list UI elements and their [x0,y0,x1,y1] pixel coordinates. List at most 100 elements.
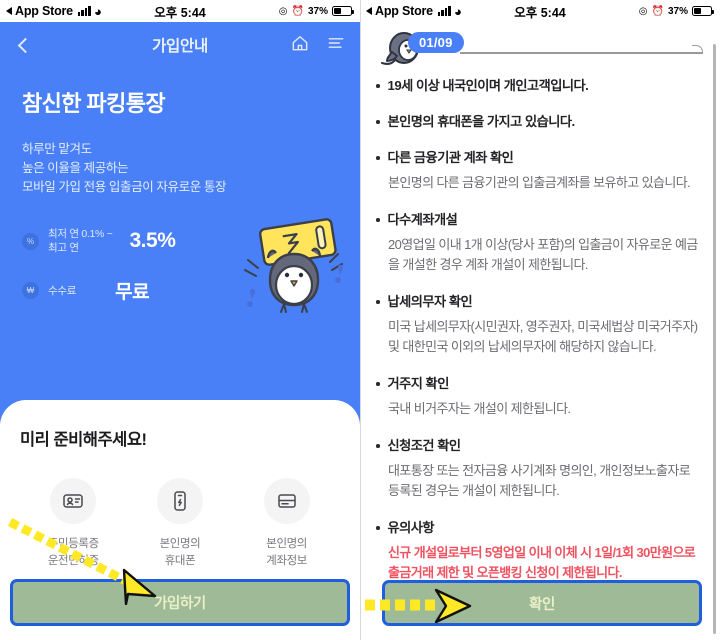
bullet-icon-1 [376,84,380,88]
location-icon: ◎ [278,5,288,17]
term-title-6: 거주지 확인 [387,376,450,391]
prepare-label-phone-line2: 휴대폰 [164,555,196,567]
term-item-7: 신청조건 확인 대포통장 또는 전자금융 사기계좌 명의인, 개인정보노출자로 … [376,436,702,501]
vertical-scrollbar[interactable] [713,44,716,634]
term-head-7: 신청조건 확인 [376,436,702,455]
term-item-2: 본인명의 휴대폰을 가지고 있습니다. [376,112,702,131]
term-title-3: 다른 금융기관 계좌 확인 [387,150,514,165]
mobile-phone-icon [156,478,203,524]
term-body-4: 20영업일 이내 1개 이상(당사 포함)의 입출금이 자유로운 예금을 개설한… [388,237,698,272]
prepare-item-account: 본인명의 계좌정보 [237,478,337,570]
term-title-8: 유의사항 [387,520,435,535]
rate-label-interest-line2: 최고 연 [48,242,79,254]
right-phone-screen: App Store ◕ 오후 5:44 ◎ ⏰ 37% 01/09 19세 이상… [360,0,720,640]
progress-step-badge: 01/09 [408,32,464,53]
status-bar-right-group-2: ◎ ⏰ 37% [638,5,715,17]
prepare-label-id-card-line2: 운전면허증 [47,555,99,567]
hero-section: 참신한 파킹통장 하루만 맡겨도 높은 이율을 제공하는 모바일 가입 전용 입… [0,68,360,313]
confirm-button[interactable]: 확인 [382,580,702,626]
rate-row-fee: ₩ 수수료 무료 [22,277,338,304]
alarm-icon-2: ⏰ [651,5,664,17]
term-head-3: 다른 금융기관 계좌 확인 [376,148,702,167]
term-head-4: 다수계좌개설 [376,210,702,229]
status-bar-right-group: ◎ ⏰ 37% [278,5,355,17]
id-card-icon [50,478,97,524]
term-item-6: 거주지 확인 국내 비거주자는 개설이 제한됩니다. [376,374,702,419]
rate-label-fee: 수수료 [48,284,77,297]
term-item-1: 19세 이상 내국인이며 개인고객입니다. [376,76,702,95]
prepare-label-id-card-line1: 주민등록증 [47,538,99,550]
term-item-5: 납세의무자 확인 미국 납세의무자(시민권자, 영주권자, 미국세법상 미국거주… [376,292,702,357]
bullet-icon-7 [376,444,380,448]
subtitle-line-2: 높은 이율을 제공하는 [22,161,129,175]
term-head-2: 본인명의 휴대폰을 가지고 있습니다. [376,112,702,131]
signup-button[interactable]: 가입하기 [10,579,350,626]
term-head-6: 거주지 확인 [376,374,702,393]
app-header: 가입안내 [0,22,360,68]
term-item-4: 다수계좌개설 20영업일 이내 1개 이상(당사 포함)의 입출금이 자유로운 … [376,210,702,275]
term-title-1: 19세 이상 내국인이며 개인고객입니다. [387,78,589,93]
rate-value-fee: 무료 [115,282,150,303]
term-title-5: 납세의무자 확인 [387,294,473,309]
prepare-label-phone: 본인명의 휴대폰 [130,536,230,570]
prepare-label-phone-line1: 본인명의 [159,538,201,550]
bullet-icon-2 [376,120,380,124]
alarm-icon: ⏰ [291,5,304,17]
term-title-2: 본인명의 휴대폰을 가지고 있습니다. [387,114,576,129]
term-item-8: 유의사항 신규 개설일로부터 5영업일 이내 이체 시 1일/1회 30만원으로… [376,518,702,583]
status-bar-left: App Store ◕ 오후 5:44 ◎ ⏰ 37% [0,0,360,22]
term-head-8: 유의사항 [376,518,702,537]
rate-label-interest-line1: 최저 연 0.1% ~ [48,228,113,240]
percent-icon: % [22,232,39,250]
bullet-icon-4 [376,218,380,222]
won-icon: ₩ [22,282,39,299]
term-head-5: 납세의무자 확인 [376,292,702,311]
term-body-3: 본인명의 다른 금융기관의 입출금계좌를 보유하고 있습니다. [388,175,691,190]
home-icon[interactable] [290,33,310,58]
prepare-item-id-card: 주민등록증 운전면허증 [23,478,123,570]
battery-percent-2: 37% [667,5,688,17]
battery-icon [332,6,355,16]
location-icon-2: ◎ [638,5,648,17]
term-body-8-warning: 신규 개설일로부터 5영업일 이내 이체 시 1일/1회 30만원으로 출금거래… [388,545,696,580]
screen-divider [360,0,361,640]
left-phone-screen: App Store ◕ 오후 5:44 ◎ ⏰ 37% 가입안내 참신한 파킹통… [0,0,360,640]
bullet-icon-3 [376,156,380,160]
battery-percent: 37% [307,5,328,17]
term-body-6: 국내 비거주자는 개설이 제한됩니다. [388,401,571,416]
battery-icon-2 [692,6,715,16]
rate-list: % 최저 연 0.1% ~ 최고 연 3.5% ₩ 수수료 무료 [22,227,338,304]
bullet-icon-5 [376,300,380,304]
term-title-7: 신청조건 확인 [387,438,461,453]
confirm-button-label: 확인 [529,596,555,613]
prepare-title: 미리 준비해주세요! [20,431,147,449]
term-title-4: 다수계좌개설 [387,212,458,227]
prepare-label-account-line1: 본인명의 [266,538,307,550]
subtitle-line-1: 하루만 맡겨도 [22,142,92,156]
progress-indicator: 01/09 [360,22,720,68]
prepare-item-phone: 본인명의 휴대폰 [130,478,230,570]
product-title: 참신한 파킹통장 [22,91,166,116]
rate-row-interest: % 최저 연 0.1% ~ 최고 연 3.5% [22,227,338,255]
subtitle-line-3: 모바일 가입 전용 입출금이 자유로운 통장 [22,180,227,194]
status-bar-right: App Store ◕ 오후 5:44 ◎ ⏰ 37% [360,0,720,22]
prepare-label-account-line2: 계좌정보 [266,555,307,567]
terms-list: 19세 이상 내국인이며 개인고객입니다. 본인명의 휴대폰을 가지고 있습니다… [360,68,720,583]
prepare-label-account: 본인명의 계좌정보 [237,536,337,570]
bullet-icon-8 [376,526,380,530]
signup-button-label: 가입하기 [154,596,206,612]
header-icon-group [290,33,346,58]
bullet-icon-6 [376,382,380,386]
rate-label-interest: 최저 연 0.1% ~ 최고 연 [48,227,113,255]
term-item-3: 다른 금융기관 계좌 확인 본인명의 다른 금융기관의 입출금계좌를 보유하고 … [376,148,702,193]
prepare-label-id-card: 주민등록증 운전면허증 [23,536,123,570]
prepare-item-list: 주민등록증 운전면허증 본인명의 휴대폰 본인명의 계좌정보 [20,478,340,570]
term-body-5: 미국 납세의무자(시민권자, 영주권자, 미국세법상 미국거주자) 및 대한민국… [388,319,698,354]
bankbook-icon [263,478,310,524]
term-body-7: 대포통장 또는 전자금융 사기계좌 명의인, 개인정보노출자로 등록된 경우는 … [388,463,691,498]
dual-phone-screenshot: App Store ◕ 오후 5:44 ◎ ⏰ 37% 가입안내 참신한 파킹통… [0,0,720,640]
term-head-1: 19세 이상 내국인이며 개인고객입니다. [376,76,702,95]
hamburger-menu-icon[interactable] [326,33,346,58]
rate-value-interest: 3.5% [129,229,176,252]
progress-track [460,46,703,54]
